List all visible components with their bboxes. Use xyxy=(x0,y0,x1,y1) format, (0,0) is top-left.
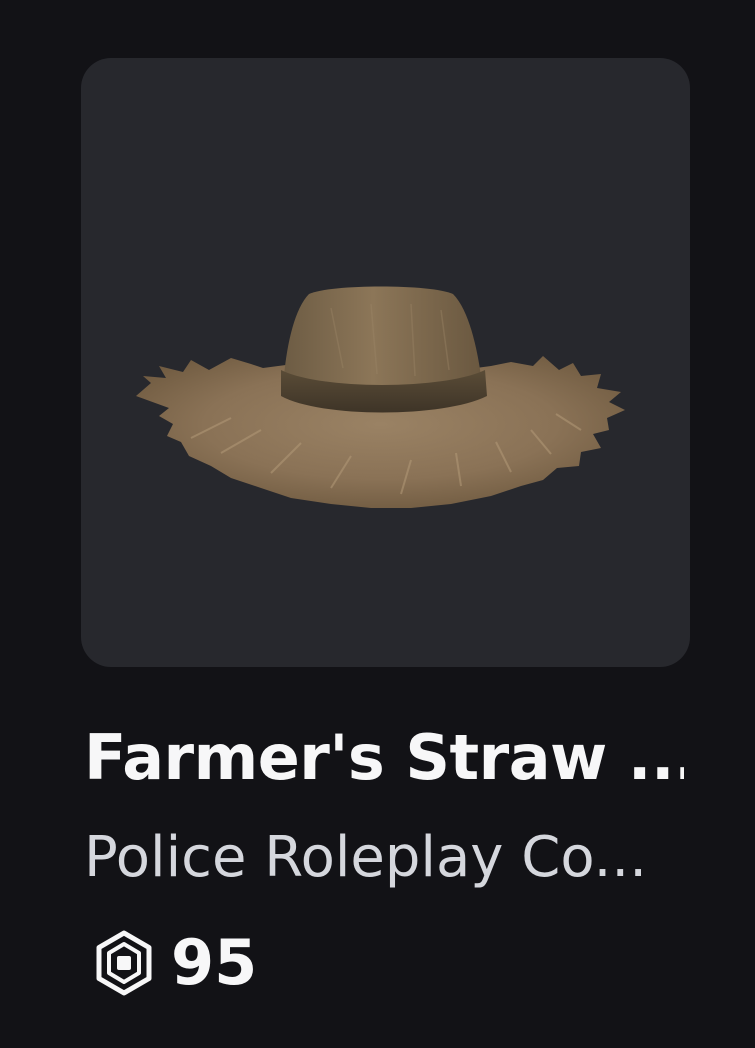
straw-hat-image xyxy=(136,286,625,508)
item-thumbnail[interactable] xyxy=(81,58,690,667)
creator-name[interactable]: Police Roleplay Co... xyxy=(84,820,684,896)
item-title[interactable]: Farmer's Straw ... xyxy=(84,718,684,798)
item-price: 95 xyxy=(171,926,258,999)
item-card[interactable]: Farmer's Straw ... Police Roleplay Co...… xyxy=(0,0,755,1048)
robux-icon xyxy=(96,930,152,996)
price-row: 95 xyxy=(93,925,257,1001)
